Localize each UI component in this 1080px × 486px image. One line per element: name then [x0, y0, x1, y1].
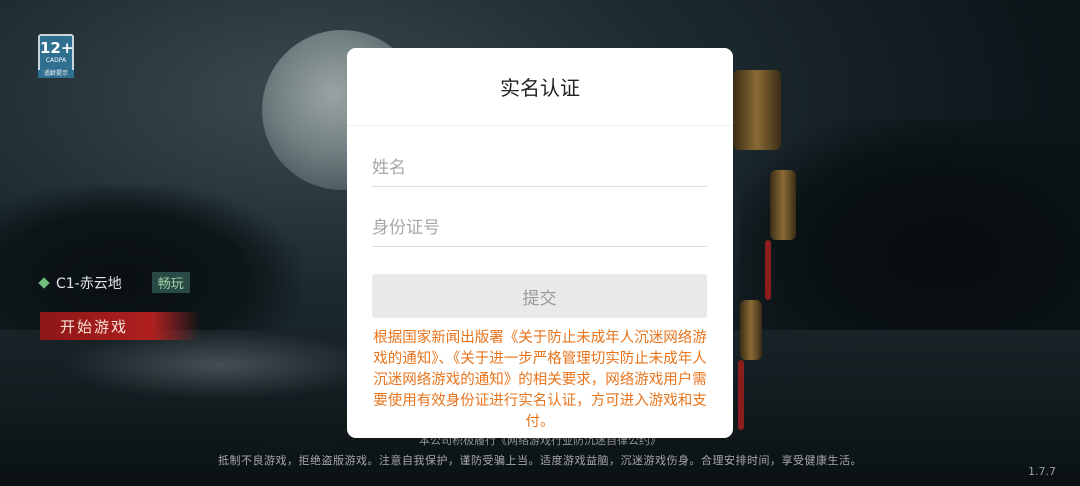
footer-notice-line2: 抵制不良游戏，拒绝盗版游戏。注意自我保护，谨防受骗上当。适度游戏益脑，沉迷游戏伤… — [218, 454, 862, 467]
age-rating-tip: 适龄提示 — [38, 70, 74, 78]
age-rating-org: CADPA — [45, 57, 67, 64]
age-rating-badge[interactable]: 12+ CADPA 适龄提示 — [38, 34, 74, 78]
wind-chime — [770, 170, 796, 240]
wind-chime — [740, 300, 762, 360]
version-label: 1.7.7 — [1028, 465, 1056, 478]
server-name: C1-赤云地 — [56, 275, 122, 292]
server-selector[interactable]: C1-赤云地 畅玩 — [38, 272, 190, 293]
start-game-button[interactable]: 开始游戏 — [40, 312, 200, 340]
name-input[interactable] — [372, 150, 707, 187]
id-number-input[interactable] — [372, 210, 707, 247]
age-rating-label: 12+ — [40, 39, 74, 57]
mist — [60, 330, 380, 400]
server-status-icon — [38, 276, 50, 289]
real-name-auth-dialog: 实名认证 提交 根据国家新闻出版署《关于防止未成年人沉迷网络游戏的通知》、《关于… — [347, 48, 733, 438]
dialog-title: 实名认证 — [347, 48, 733, 126]
submit-button[interactable]: 提交 — [372, 274, 707, 318]
server-status-badge: 畅玩 — [151, 272, 190, 293]
red-tassel — [738, 360, 744, 430]
red-tassel — [765, 240, 771, 300]
anti-addiction-notice: 根据国家新闻出版署《关于防止未成年人沉迷网络游戏的通知》、《关于进一步严格管理切… — [373, 330, 707, 430]
wind-chime — [733, 70, 781, 150]
